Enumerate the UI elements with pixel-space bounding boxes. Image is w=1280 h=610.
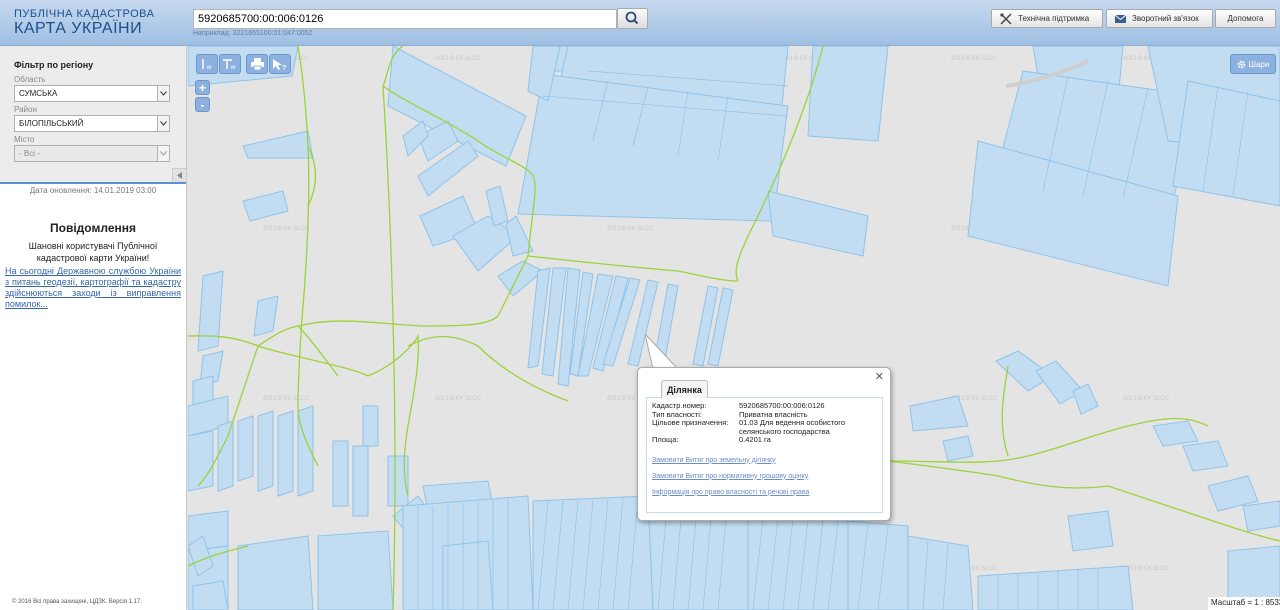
area-row: Площа: 0.4201 га	[652, 435, 877, 445]
layers-label: Шари	[1248, 59, 1270, 69]
update-date: Дата оновлення: 14.01.2019 03:00	[29, 186, 157, 195]
chevron-down-icon	[157, 116, 169, 131]
notice-text: Шановні користувачі Публічної кадастрово…	[28, 241, 158, 263]
area-ruler-icon: м	[223, 59, 235, 70]
map-watermark: 2013 В ЄК SLCC	[262, 226, 310, 232]
map-watermark: 2013 В ЄК SLCC	[606, 226, 654, 232]
misto-value: - Всі -	[19, 149, 40, 158]
notice-link[interactable]: На сьогодні Державною службою України з …	[0, 266, 186, 309]
row-value: 0.4201 га	[739, 435, 771, 444]
rayon-value: БІЛОПІЛЬСЬКИЙ	[19, 119, 84, 128]
search-icon	[625, 11, 639, 25]
row-key: Площа:	[652, 435, 679, 444]
map-watermark: 2013 В ЄК SLCC	[434, 396, 482, 402]
cursor-question-icon: ?	[273, 58, 286, 71]
app-header: ПУБЛІЧНА КАДАСТРОВА КАРТА УКРАЇНИ Наприк…	[0, 0, 1280, 46]
feedback-button[interactable]: Зворотний зв'язок	[1106, 9, 1213, 28]
zoom-out-button[interactable]: -	[195, 97, 210, 112]
tech-support-label: Технічна підтримка	[1018, 14, 1090, 23]
map-watermark: 2013 В ЄК SLCC	[1122, 566, 1170, 572]
tab-parcel[interactable]: Ділянка	[661, 380, 708, 398]
oblast-value: СУМСЬКА	[19, 89, 58, 98]
oblast-label: Область	[14, 75, 46, 84]
ownership-info-link[interactable]: Інформація про право власності та речові…	[652, 489, 877, 496]
help-button[interactable]: Допомога	[1215, 9, 1276, 28]
help-label: Допомога	[1227, 14, 1264, 23]
cadastral-parcels-layer: 2013 В ЄК SLCC 2013 В ЄК SLCC 2013 В ЄК SL…	[188, 46, 1280, 610]
sidebar: Фільтр по регіону Область СУМСЬКА Район …	[0, 46, 187, 610]
svg-text:?: ?	[282, 65, 286, 71]
misto-label: Місто	[14, 135, 35, 144]
map-canvas[interactable]: 2013 В ЄК SLCC 2013 В ЄК SLCC 2013 В ЄК SL…	[188, 46, 1280, 610]
envelope-icon	[1115, 14, 1126, 23]
chevron-down-icon	[157, 146, 169, 161]
oblast-select[interactable]: СУМСЬКА	[14, 85, 170, 102]
printer-icon	[250, 58, 264, 70]
layers-button[interactable]: Шари	[1230, 54, 1276, 74]
logo-line1: ПУБЛІЧНА КАДАСТРОВА	[14, 8, 155, 20]
collapse-sidebar-button[interactable]	[172, 168, 186, 182]
parcel-info-popup: ✕ Ділянка Кадастр.номер: 5920685700:00:00…	[637, 367, 891, 521]
copyright: © 2016 Всі права захищені, ЦДЗК. Версія …	[12, 599, 143, 605]
tools-icon	[1000, 12, 1012, 25]
rayon-select[interactable]: БІЛОПІЛЬСЬКИЙ	[14, 115, 170, 132]
close-icon[interactable]: ✕	[875, 370, 884, 383]
scale-indicator: Масштаб = 1 : 8533	[1208, 597, 1280, 610]
svg-text:м: м	[207, 65, 211, 70]
map-watermark: 2013 В ЄК SLCC	[1122, 396, 1170, 402]
map-watermark: 2013 В ЄК SLCC	[950, 56, 998, 62]
app-logo[interactable]: ПУБЛІЧНА КАДАСТРОВА КАРТА УКРАЇНИ	[14, 9, 154, 37]
print-button[interactable]	[246, 54, 268, 74]
popup-pointer	[644, 334, 680, 370]
map-watermark: 2013 В ЄК SLCC	[262, 396, 310, 402]
tech-support-button[interactable]: Технічна підтримка	[991, 9, 1103, 28]
svg-text:м: м	[231, 65, 235, 70]
feedback-label: Зворотний зв'язок	[1132, 14, 1199, 23]
logo-line2: КАРТА УКРАЇНИ	[14, 20, 143, 37]
row-value: 01.03 Для ведення особистого селянського…	[739, 418, 846, 436]
row-key: Цільове призначення:	[652, 418, 729, 427]
zoom-in-button[interactable]: +	[195, 80, 210, 95]
rayon-label: Район	[14, 105, 37, 114]
order-land-extract-link[interactable]: Замовити Витяг про земельну ділянку	[652, 457, 877, 464]
notice-title: Повідомлення	[50, 221, 136, 235]
measure-length-button[interactable]: м	[196, 54, 218, 74]
chevron-down-icon	[157, 86, 169, 101]
search-input[interactable]	[193, 9, 617, 29]
search-hint: Наприклад: 3221655100:01:047:0052	[193, 30, 313, 37]
search-button[interactable]	[617, 8, 648, 29]
identify-button[interactable]: ?	[269, 54, 291, 74]
misto-select[interactable]: - Всі -	[14, 145, 170, 162]
gear-icon	[1237, 60, 1245, 68]
chevron-left-icon	[176, 172, 182, 179]
ruler-icon: м	[202, 59, 211, 70]
parcel-info-content: Кадастр.номер: 5920685700:00:006:0126 Тип…	[646, 397, 883, 513]
purpose-row: Цільове призначення: 01.03 Для ведення ос…	[652, 418, 877, 436]
region-filter: Фільтр по регіону Область СУМСЬКА Район …	[0, 46, 186, 184]
map-watermark: 2013 В ЄК SLCC	[434, 56, 482, 62]
order-valuation-extract-link[interactable]: Замовити Витяг про нормативну грошову оц…	[652, 473, 877, 480]
filter-title: Фільтр по регіону	[14, 60, 94, 70]
measure-area-button[interactable]: м	[219, 54, 241, 74]
